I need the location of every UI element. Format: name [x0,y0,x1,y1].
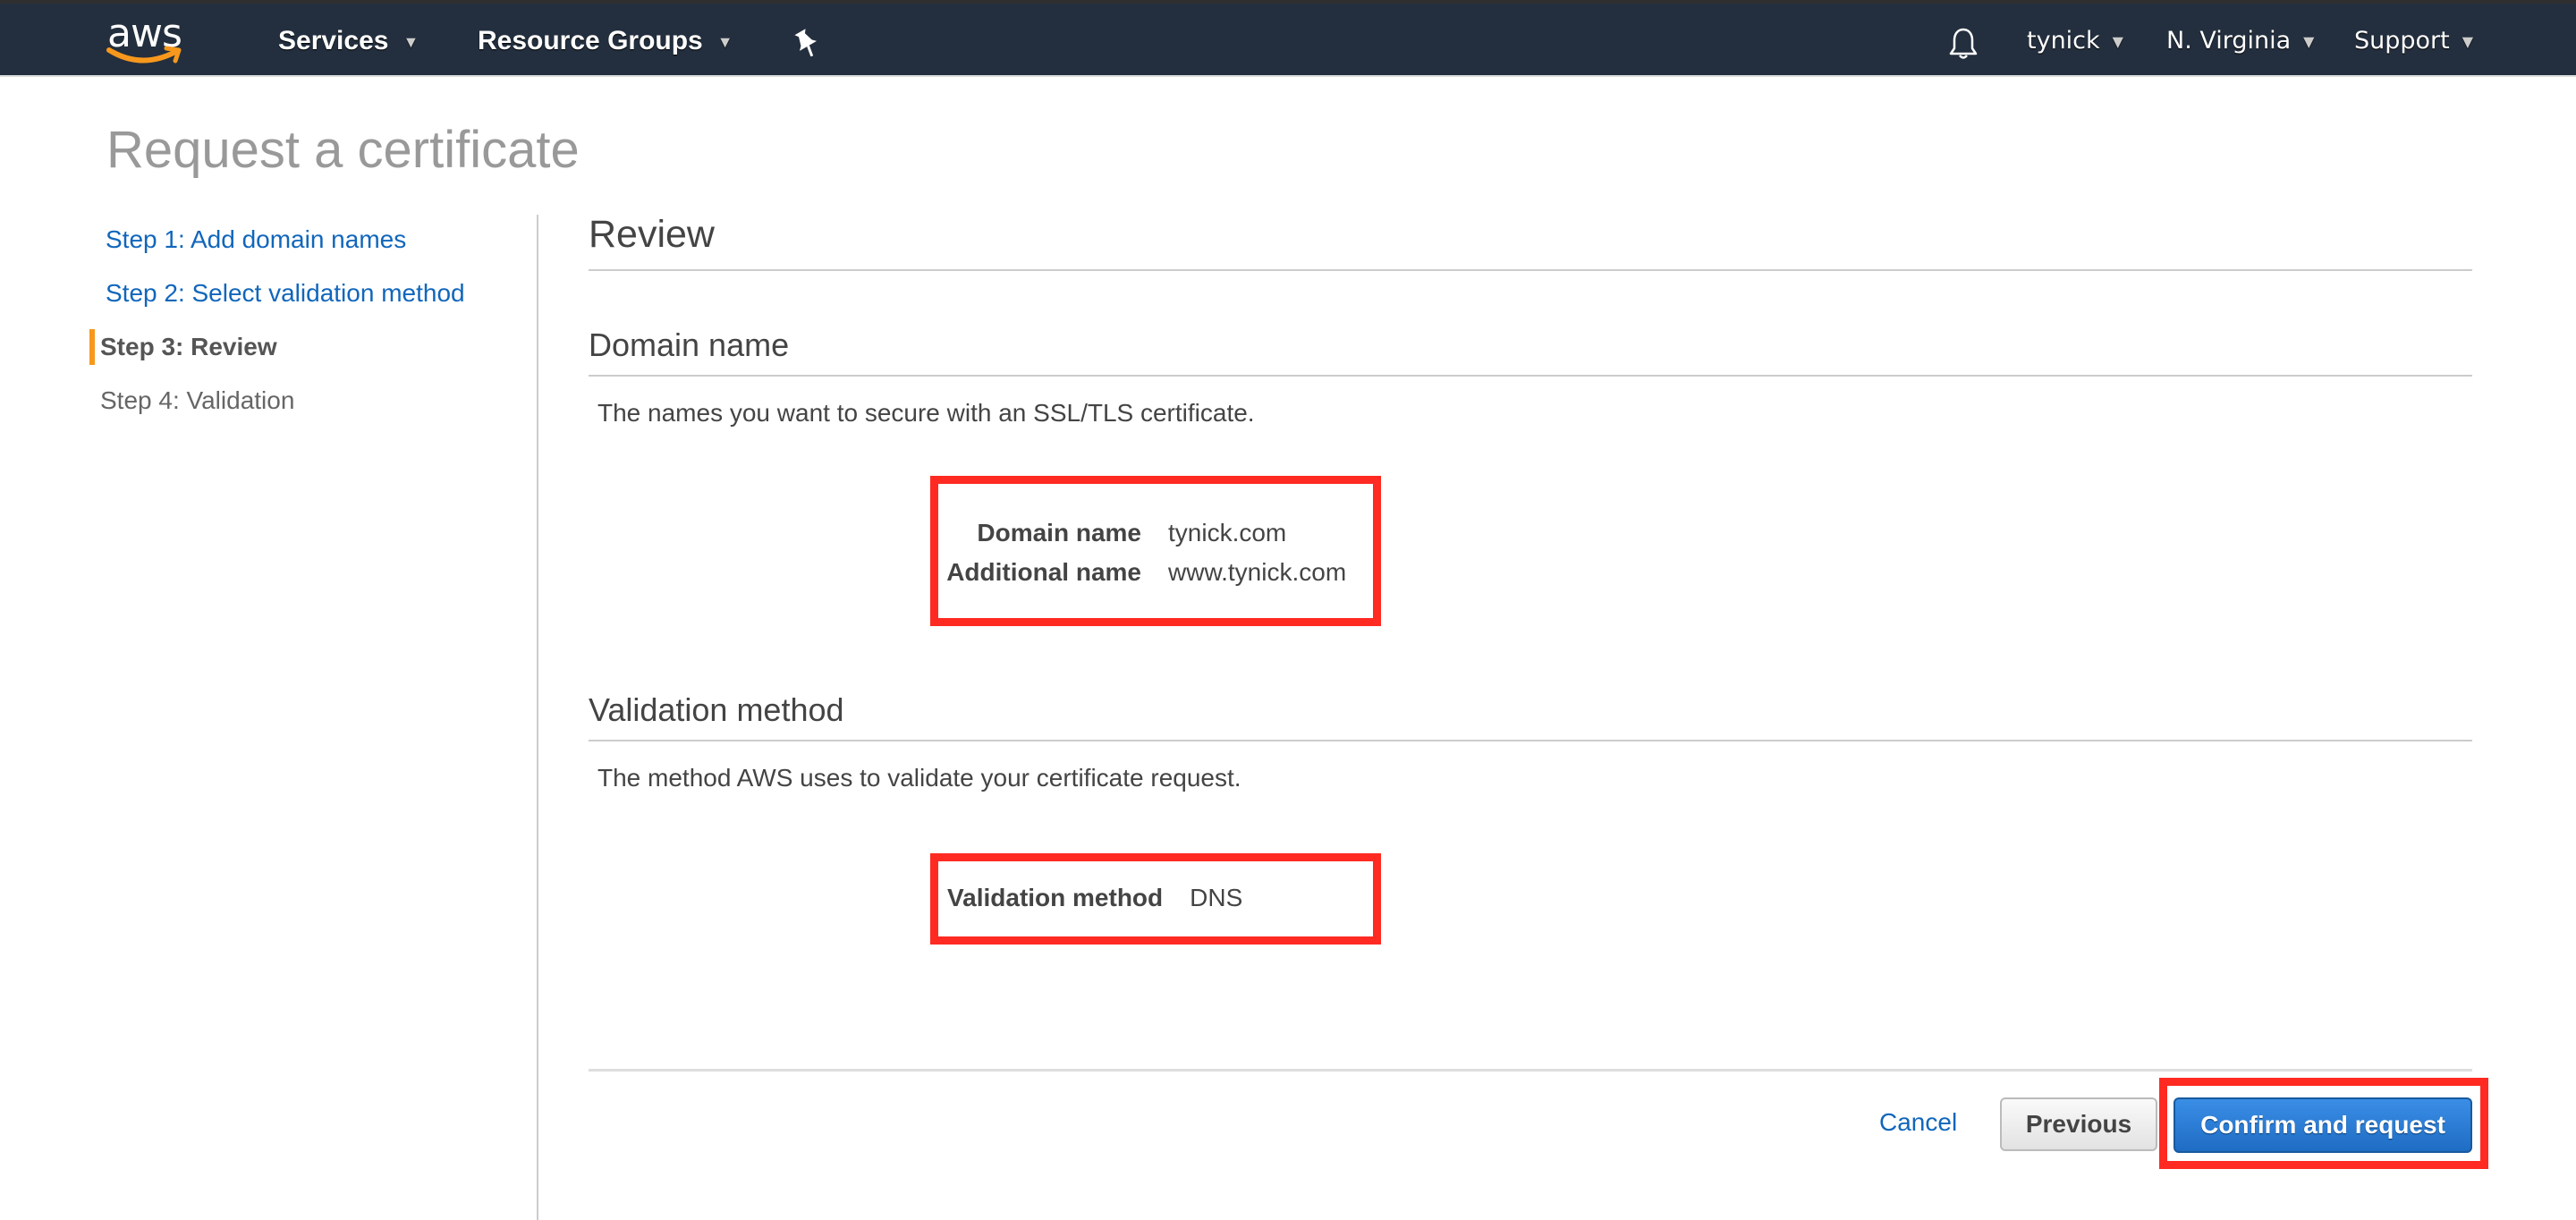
additional-name-label: Additional name [946,558,1141,586]
divider [589,269,2472,271]
divider [589,375,2472,377]
support-menu[interactable]: Support ▼ [2354,23,2473,59]
resource-groups-label: Resource Groups [478,26,703,55]
sidebar-divider [537,215,538,1220]
step-review: Step 3: Review [100,333,277,360]
step-select-validation-method[interactable]: Step 2: Select validation method [106,279,465,308]
validation-method-heading: Validation method [589,691,844,728]
account-name: tynick [2027,27,2100,55]
resource-groups-menu[interactable]: Resource Groups ▼ [478,23,733,59]
kv-row: Validation method DNS [947,884,1242,912]
domain-name-value: tynick.com [1168,519,1287,546]
caret-down-icon: ▼ [2112,32,2123,50]
caret-down-icon: ▼ [716,33,733,52]
domain-name-description: The names you want to secure with an SSL… [597,399,1255,427]
domain-name-heading: Domain name [589,326,790,363]
review-heading: Review [589,213,715,256]
validation-method-label: Validation method [947,884,1164,911]
pin-icon[interactable] [792,29,819,66]
step-validation: Step 4: Validation [100,386,295,414]
step-add-domain-names[interactable]: Step 1: Add domain names [106,225,406,254]
active-step-indicator [89,329,95,365]
account-menu[interactable]: tynick ▼ [2027,23,2123,59]
validation-method-value: DNS [1190,884,1243,911]
caret-down-icon: ▼ [402,33,419,52]
page-title: Request a certificate [106,121,580,179]
caret-down-icon: ▼ [2462,32,2474,50]
top-navigation-bar: aws Services ▼ Resource Groups ▼ tynick ▼ N… [0,0,2576,77]
validation-method-description: The method AWS uses to validate your cer… [597,764,1241,792]
services-menu[interactable]: Services ▼ [278,23,419,59]
aws-smile-icon [106,46,182,64]
previous-button[interactable]: Previous [2000,1097,2157,1151]
cancel-link[interactable]: Cancel [1879,1108,1957,1137]
region-name: N. Virginia [2166,27,2292,55]
kv-row: Domain name tynick.com [946,519,1286,547]
region-menu[interactable]: N. Virginia ▼ [2166,23,2314,59]
services-label: Services [278,26,389,55]
divider [589,740,2472,741]
highlight-annotation-domains [930,476,1381,626]
additional-name-value: www.tynick.com [1168,558,1347,586]
footer-divider [589,1069,2472,1072]
domain-name-label: Domain name [977,519,1141,546]
caret-down-icon: ▼ [2303,32,2315,50]
aws-logo[interactable]: aws [106,11,186,68]
bell-icon[interactable] [1948,27,1979,65]
kv-row: Additional name www.tynick.com [946,558,1346,587]
support-label: Support [2354,27,2450,55]
confirm-and-request-button[interactable]: Confirm and request [2174,1097,2472,1153]
